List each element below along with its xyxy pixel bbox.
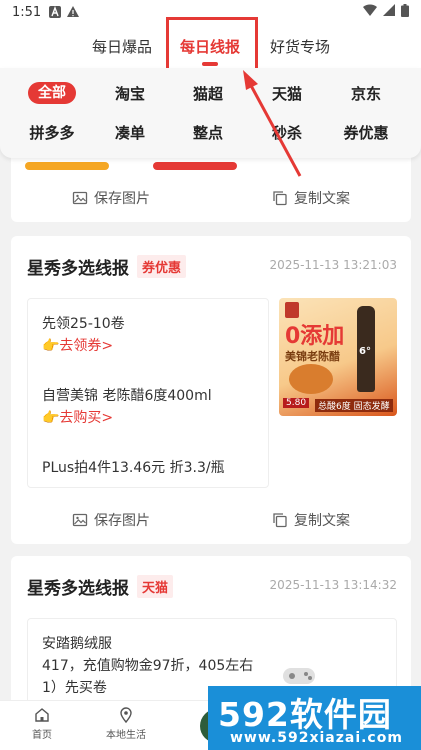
bottom-nav-local-life-label: 本地生活 [106, 730, 146, 741]
wifi-icon [363, 4, 377, 20]
post-time: 2025-11-13 13:14:32 [269, 578, 397, 592]
tab-daily-hot[interactable]: 每日爆品 [92, 36, 152, 57]
brand-logo-icon [285, 302, 299, 318]
save-image-button[interactable]: 保存图片 [11, 510, 211, 530]
category-taobao[interactable]: 淘宝 [100, 83, 160, 104]
bottom-nav-home[interactable]: 首页 [12, 707, 72, 741]
post-time: 2025-11-13 13:21:03 [269, 258, 397, 272]
bottom-nav-home-label: 首页 [32, 730, 52, 741]
post-card: 星秀多选线报 天猫 2025-11-13 13:14:32 安踏鹅绒服 417，… [11, 556, 411, 718]
copy-icon [273, 191, 287, 206]
copy-text-button[interactable]: 复制文案 [211, 188, 411, 208]
content-line: 先领25-10卷 [42, 316, 125, 332]
card-title: 星秀多选线报 [27, 579, 129, 599]
card-header: 星秀多选线报 天猫 [27, 574, 174, 599]
content-line: PLus拍4件13.46元 折3.3/瓶 [42, 460, 225, 476]
partial-button-decoration [25, 162, 109, 170]
category-pinduoduo[interactable]: 拼多多 [22, 122, 82, 143]
location-pin-icon [120, 707, 132, 723]
site-watermark: 592软件园 www.592xiazai.com [208, 686, 421, 750]
copy-text-label: 复制文案 [294, 191, 350, 207]
post-card-partial: 保存图片 复制文案 [11, 150, 411, 222]
status-time: 1:51 [12, 4, 42, 20]
category-all[interactable]: 全部 [28, 82, 76, 104]
product-brand: 美锦老陈醋 [285, 350, 340, 363]
product-badge: 6° [359, 346, 371, 357]
content-line: 安踏鹅绒服 [42, 636, 112, 652]
notification-a-icon [49, 6, 62, 18]
category-coupon[interactable]: 券优惠 [336, 122, 396, 143]
post-card: 星秀多选线报 券优惠 2025-11-13 13:21:03 先领25-10卷 … [11, 236, 411, 544]
product-headline: 0添加 [285, 324, 345, 349]
category-jd[interactable]: 京东 [336, 83, 396, 104]
category-miaosha[interactable]: 秒杀 [257, 122, 317, 143]
copy-icon [273, 513, 287, 528]
battery-icon [401, 3, 409, 21]
annotation-highlight-box [166, 17, 258, 73]
signal-icon [383, 4, 395, 20]
card-title: 星秀多选线报 [27, 259, 129, 279]
get-coupon-link[interactable]: 👉去领券> [42, 335, 254, 357]
post-content: 先领25-10卷 👉去领券> 自营美锦 老陈醋6度400ml 👉去购买> PLu… [27, 298, 269, 488]
buy-link[interactable]: 👉去购买> [42, 407, 254, 429]
product-footer: 总酸6度 固态发酵 [315, 399, 393, 412]
category-zhengdian[interactable]: 整点 [178, 122, 238, 143]
watermark-title: 592软件园 [218, 695, 392, 734]
product-price: 5.80 [283, 398, 310, 408]
product-image[interactable]: 0添加 美锦老陈醋 6° 5.80 总酸6度 固态发酵 [279, 298, 397, 416]
watermark-url: www.592xiazai.com [230, 730, 403, 746]
warning-icon [67, 6, 80, 18]
content-line: 自营美锦 老陈醋6度400ml [42, 388, 212, 404]
image-icon [72, 513, 88, 527]
category-coudan[interactable]: 凑单 [100, 122, 160, 143]
tab-good-goods[interactable]: 好货专场 [270, 36, 330, 57]
save-image-label: 保存图片 [94, 513, 150, 529]
card-header: 星秀多选线报 券优惠 [27, 254, 187, 279]
partial-button-decoration [153, 162, 237, 170]
category-maochao[interactable]: 猫超 [178, 83, 238, 104]
content-line: 417，充值购物金97折，405左右 [42, 658, 254, 674]
home-icon [35, 708, 49, 722]
category-tmall[interactable]: 天猫 [257, 83, 317, 104]
save-image-button[interactable]: 保存图片 [11, 188, 211, 208]
food-bowl-decoration [289, 364, 333, 394]
bottom-nav-local-life[interactable]: 本地生活 [96, 707, 156, 741]
save-image-label: 保存图片 [94, 191, 150, 207]
category-tag: 券优惠 [137, 255, 187, 278]
copy-text-label: 复制文案 [294, 513, 350, 529]
category-panel: 全部 淘宝 猫超 天猫 京东 拼多多 凑单 整点 秒杀 券优惠 [0, 68, 421, 158]
image-icon [72, 191, 88, 205]
category-tag: 天猫 [137, 575, 174, 598]
copy-text-button[interactable]: 复制文案 [211, 510, 411, 530]
